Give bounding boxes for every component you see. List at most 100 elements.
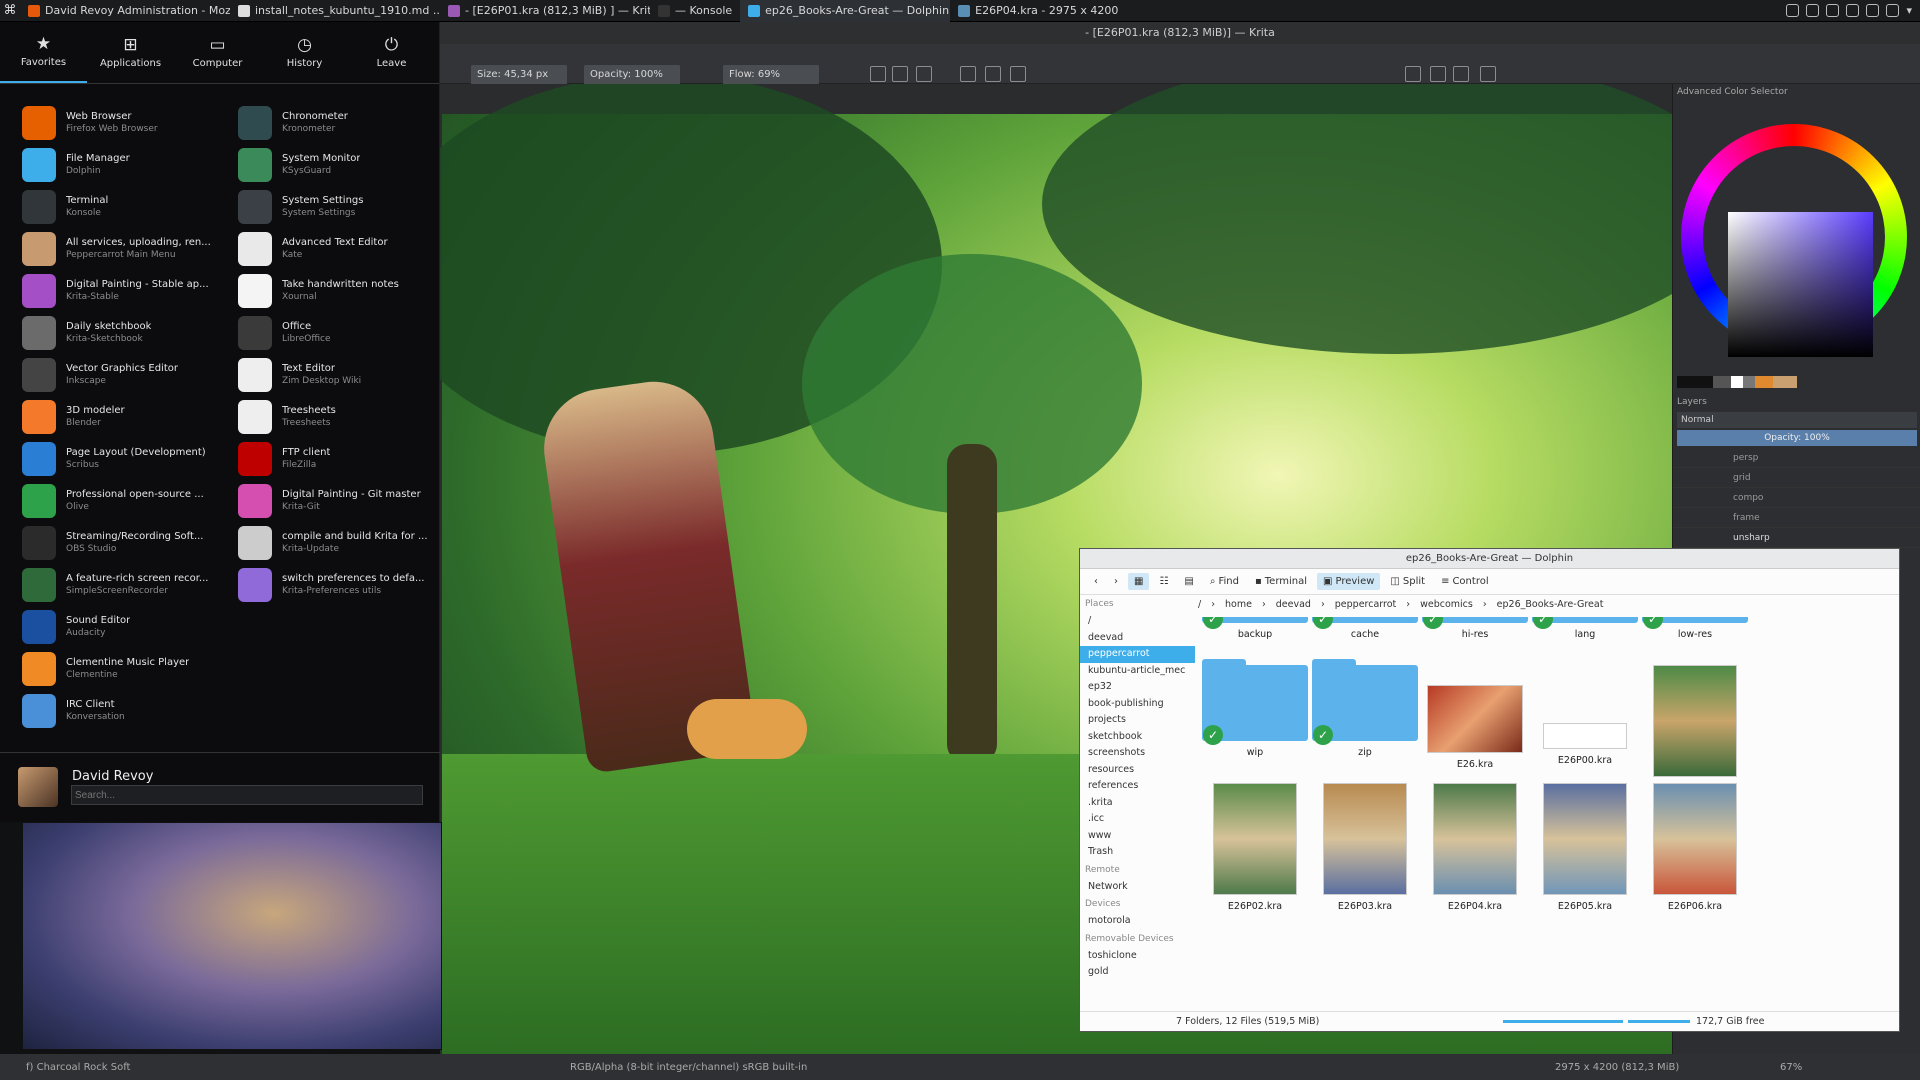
places-item[interactable]: deevad bbox=[1080, 630, 1195, 647]
launcher-app-item[interactable]: Vector Graphics Editor Inkscape bbox=[22, 354, 237, 396]
rotate-right-icon[interactable] bbox=[985, 66, 1001, 82]
tab-favorites[interactable]: ★ Favorites bbox=[0, 22, 87, 83]
launcher-app-item[interactable]: Office LibreOffice bbox=[238, 312, 453, 354]
launcher-app-item[interactable]: Web Browser Firefox Web Browser bbox=[22, 102, 237, 144]
flow-field[interactable]: Flow: 69% bbox=[723, 65, 819, 85]
rotate-left-icon[interactable] bbox=[960, 66, 976, 82]
launcher-app-item[interactable]: Professional open-source ... Olive bbox=[22, 480, 237, 522]
breadcrumb-segment[interactable]: deevad bbox=[1276, 595, 1311, 615]
clipboard-icon[interactable] bbox=[1806, 4, 1820, 17]
blend-mode-select[interactable]: Normal bbox=[1677, 412, 1917, 428]
layer-row[interactable]: compo bbox=[1673, 488, 1920, 508]
places-item[interactable]: Network bbox=[1080, 879, 1195, 896]
file-item[interactable]: cache ✓ bbox=[1305, 617, 1425, 640]
launcher-app-item[interactable]: System Monitor KSysGuard bbox=[238, 144, 453, 186]
places-item[interactable]: ep32 bbox=[1080, 679, 1195, 696]
split-view-icon[interactable] bbox=[1430, 66, 1446, 82]
places-item[interactable]: book-publishing bbox=[1080, 696, 1195, 713]
places-item[interactable]: peppercarrot bbox=[1080, 646, 1195, 663]
tray-expand-icon[interactable]: ▾ bbox=[1906, 4, 1912, 17]
launcher-app-item[interactable]: FTP client FileZilla bbox=[238, 438, 453, 480]
file-item[interactable]: E26.kra bbox=[1415, 665, 1535, 770]
places-item[interactable]: kubuntu-article_mec bbox=[1080, 663, 1195, 680]
erase-mode-icon[interactable] bbox=[870, 66, 886, 82]
file-item[interactable]: E26P02.kra bbox=[1195, 783, 1315, 912]
layer-row[interactable]: unsharp bbox=[1673, 528, 1920, 548]
file-item[interactable]: E26P05.kra bbox=[1525, 783, 1645, 912]
file-item[interactable]: low-res ✓ bbox=[1635, 617, 1755, 640]
launcher-app-item[interactable]: Treesheets Treesheets bbox=[238, 396, 453, 438]
places-item[interactable]: sketchbook bbox=[1080, 729, 1195, 746]
launcher-app-item[interactable]: Take handwritten notes Xournal bbox=[238, 270, 453, 312]
file-item[interactable]: backup ✓ bbox=[1195, 617, 1315, 640]
launcher-app-item[interactable]: Streaming/Recording Soft... OBS Studio bbox=[22, 522, 237, 564]
launcher-app-item[interactable]: All services, uploading, ren... Peppercar… bbox=[22, 228, 237, 270]
preview-button[interactable]: ▣ Preview bbox=[1317, 573, 1381, 590]
launcher-app-item[interactable]: System Settings System Settings bbox=[238, 186, 453, 228]
split-button[interactable]: ◫ Split bbox=[1384, 573, 1431, 590]
launcher-app-item[interactable]: Page Layout (Development) Scribus bbox=[22, 438, 237, 480]
color-history-swatches[interactable] bbox=[1677, 376, 1797, 388]
workspace-icon[interactable] bbox=[1453, 66, 1469, 82]
search-input[interactable] bbox=[71, 785, 423, 805]
file-item[interactable]: E26P01.kra bbox=[1635, 665, 1755, 794]
color-square[interactable] bbox=[1728, 212, 1873, 357]
places-item[interactable]: toshiclone bbox=[1080, 948, 1195, 965]
file-item[interactable]: E26P06.kra bbox=[1635, 783, 1755, 912]
terminal-button[interactable]: ▪ Terminal bbox=[1249, 573, 1313, 590]
places-item[interactable]: .icc bbox=[1080, 811, 1195, 828]
compact-view-button[interactable]: ☷ bbox=[1153, 573, 1174, 590]
launcher-app-item[interactable]: Daily sketchbook Krita-Sketchbook bbox=[22, 312, 237, 354]
volume-icon[interactable] bbox=[1886, 4, 1900, 17]
mirror-vertical-icon[interactable] bbox=[916, 66, 932, 82]
task-konsole[interactable]: — Konsole bbox=[650, 0, 740, 22]
launcher-app-item[interactable]: A feature-rich screen recor... SimpleScre… bbox=[22, 564, 237, 606]
mirror-horizontal-icon[interactable] bbox=[892, 66, 908, 82]
places-item[interactable]: motorola bbox=[1080, 913, 1195, 930]
file-item[interactable]: lang ✓ bbox=[1525, 617, 1645, 640]
brush-size-field[interactable]: Size: 45,34 px bbox=[471, 65, 567, 85]
file-item[interactable]: wip ✓ bbox=[1195, 659, 1315, 758]
undo-icon[interactable] bbox=[1480, 66, 1496, 82]
tab-leave[interactable]: ⏻ Leave bbox=[348, 22, 435, 83]
layer-row[interactable]: grid bbox=[1673, 468, 1920, 488]
launcher-app-item[interactable]: Digital Painting - Stable ap... Krita-Sta… bbox=[22, 270, 237, 312]
places-item[interactable]: resources bbox=[1080, 762, 1195, 779]
file-item[interactable]: E26P04.kra bbox=[1415, 783, 1535, 912]
launcher-app-item[interactable]: switch preferences to defa... Krita-Prefe… bbox=[238, 564, 453, 606]
breadcrumb-segment[interactable]: webcomics bbox=[1420, 595, 1473, 615]
launcher-app-item[interactable]: Clementine Music Player Clementine bbox=[22, 648, 237, 690]
kde-launcher-icon[interactable]: ⌘ bbox=[0, 0, 20, 22]
launcher-app-item[interactable]: Digital Painting - Git master Krita-Git bbox=[238, 480, 453, 522]
network-icon[interactable] bbox=[1846, 4, 1860, 17]
tab-history[interactable]: ◷ History bbox=[261, 22, 348, 83]
task-firefox[interactable]: David Revoy Administration - Mozi... bbox=[20, 0, 230, 22]
file-item[interactable]: E26P00.kra bbox=[1525, 665, 1645, 766]
places-item[interactable]: www bbox=[1080, 828, 1195, 845]
opacity-field[interactable]: Opacity: 100% bbox=[584, 65, 680, 85]
places-item[interactable]: references bbox=[1080, 778, 1195, 795]
launcher-app-item[interactable]: Chronometer Kronometer bbox=[238, 102, 453, 144]
launcher-app-item[interactable]: Text Editor Zim Desktop Wiki bbox=[238, 354, 453, 396]
places-item[interactable]: .krita bbox=[1080, 795, 1195, 812]
bluetooth-icon[interactable] bbox=[1826, 4, 1840, 17]
details-view-button[interactable]: ▤ bbox=[1178, 573, 1199, 590]
places-item[interactable]: / bbox=[1080, 613, 1195, 630]
task-editor[interactable]: install_notes_kubuntu_1910.md ... bbox=[230, 0, 440, 22]
launcher-app-item[interactable]: compile and build Krita for ... Krita-Upd… bbox=[238, 522, 453, 564]
tab-applications[interactable]: ⊞ Applications bbox=[87, 22, 174, 83]
places-item[interactable]: screenshots bbox=[1080, 745, 1195, 762]
display-icon[interactable] bbox=[1866, 4, 1880, 17]
back-button[interactable]: ‹ bbox=[1088, 573, 1104, 590]
launcher-app-item[interactable]: Advanced Text Editor Kate bbox=[238, 228, 453, 270]
layer-opacity-slider[interactable]: Opacity: 100% bbox=[1677, 430, 1917, 446]
launcher-app-item[interactable]: IRC Client Konversation bbox=[22, 690, 237, 732]
launcher-app-item[interactable]: 3D modeler Blender bbox=[22, 396, 237, 438]
layer-row[interactable]: persp bbox=[1673, 448, 1920, 468]
avatar[interactable] bbox=[18, 767, 58, 807]
places-item[interactable]: Trash bbox=[1080, 844, 1195, 861]
fit-canvas-icon[interactable] bbox=[1405, 66, 1421, 82]
task-dolphin[interactable]: ep26_Books-Are-Great — Dolphin bbox=[740, 0, 951, 22]
zoom-slider[interactable] bbox=[1503, 1020, 1623, 1023]
breadcrumb-segment[interactable]: home bbox=[1225, 595, 1252, 615]
